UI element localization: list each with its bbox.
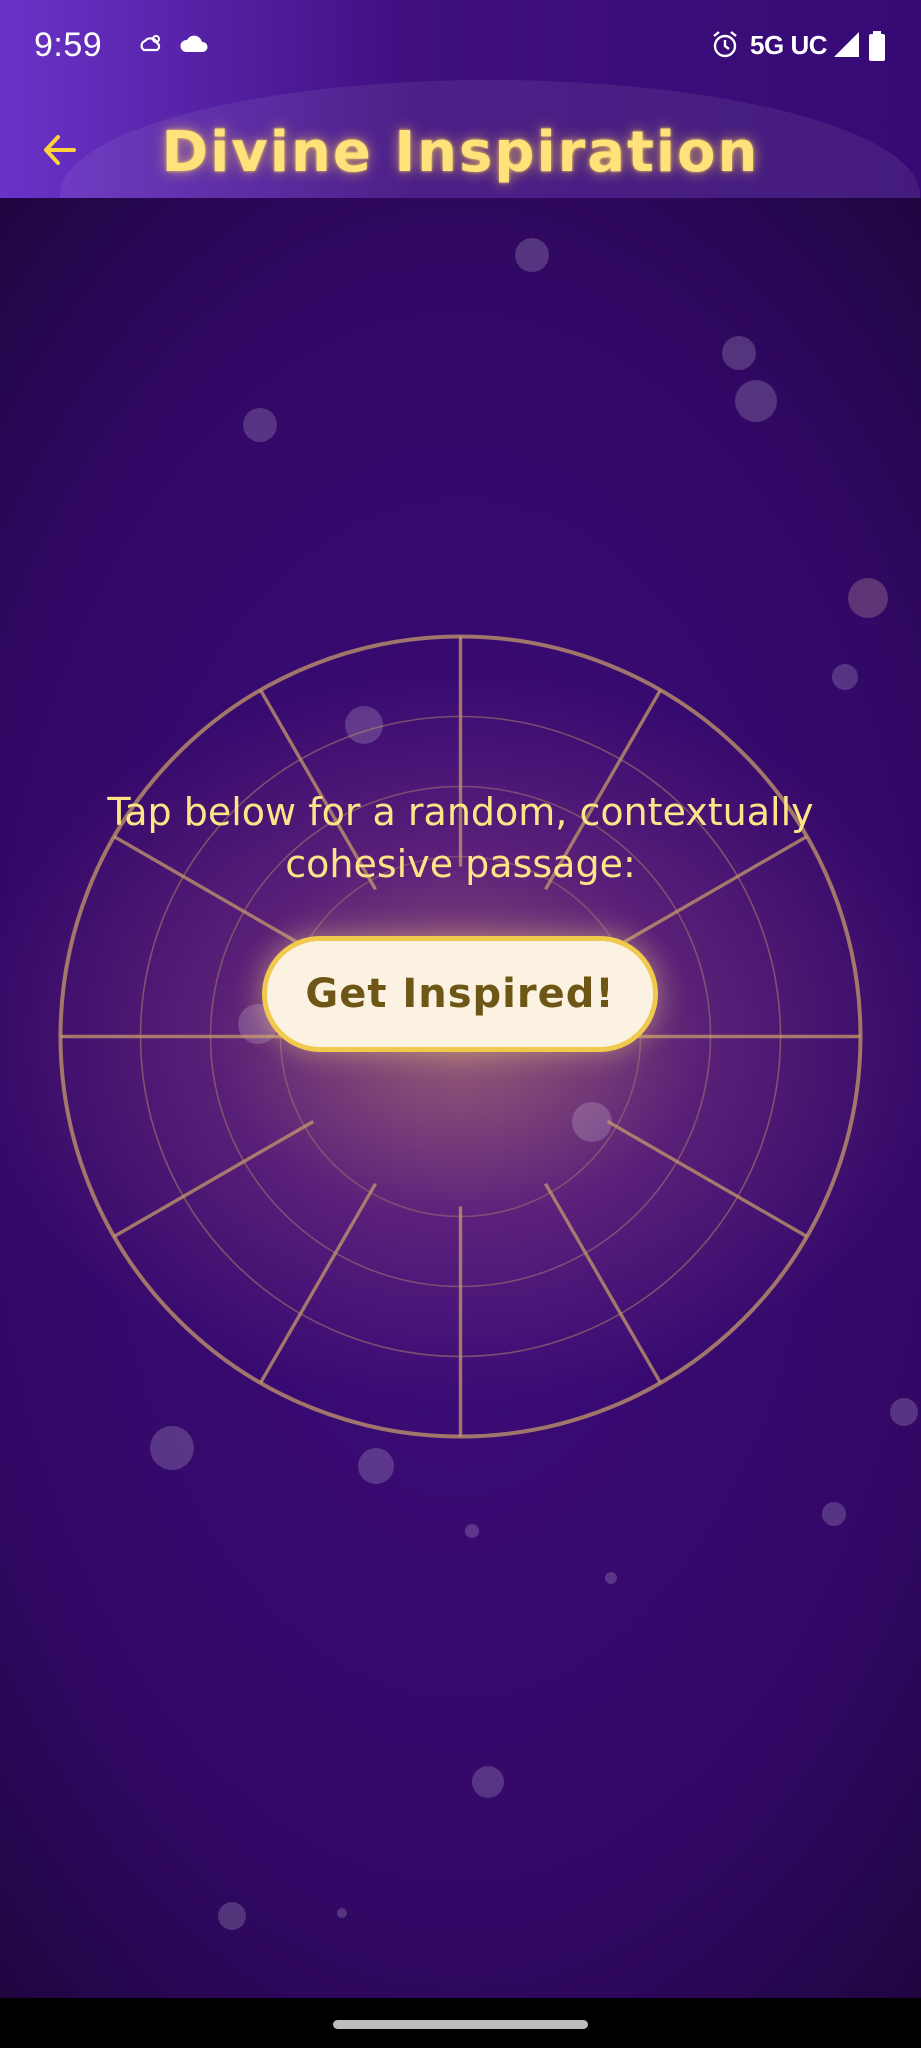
bubble-decoration bbox=[358, 1448, 394, 1484]
alarm-icon bbox=[710, 30, 740, 60]
bubble-decoration bbox=[605, 1572, 617, 1584]
bubble-decoration bbox=[890, 1398, 918, 1426]
weather-cloud-icon bbox=[136, 30, 166, 60]
home-gesture-handle[interactable] bbox=[333, 2020, 588, 2029]
signal-icon bbox=[832, 30, 862, 60]
get-inspired-button[interactable]: Get Inspired! bbox=[262, 936, 658, 1052]
status-time: 9:59 bbox=[34, 26, 103, 64]
prompt-text: Tap below for a random, contextually coh… bbox=[107, 790, 814, 886]
page-title: Divine Inspiration bbox=[161, 120, 760, 185]
bubble-decoration bbox=[722, 336, 756, 370]
bubble-decoration bbox=[822, 1502, 846, 1526]
bubble-decoration bbox=[848, 578, 888, 618]
battery-icon bbox=[866, 30, 896, 61]
cloud-icon bbox=[178, 30, 208, 60]
bubble-decoration bbox=[337, 1908, 347, 1918]
app-bar: Divine Inspiration bbox=[0, 110, 921, 198]
bubble-decoration bbox=[218, 1902, 246, 1930]
status-bar: 9:59 5G UC bbox=[0, 0, 921, 90]
bubble-decoration bbox=[243, 408, 277, 442]
top-bar: 9:59 5G UC Divine Inspiration bbox=[0, 0, 921, 198]
bubble-decoration bbox=[735, 380, 777, 422]
bubble-decoration bbox=[472, 1766, 504, 1798]
network-type: 5G UC bbox=[750, 30, 827, 60]
bubble-decoration bbox=[465, 1524, 479, 1538]
navigation-bar bbox=[0, 1998, 921, 2048]
bubble-decoration bbox=[515, 238, 549, 272]
main-content: Tap below for a random, contextually coh… bbox=[0, 198, 921, 1998]
